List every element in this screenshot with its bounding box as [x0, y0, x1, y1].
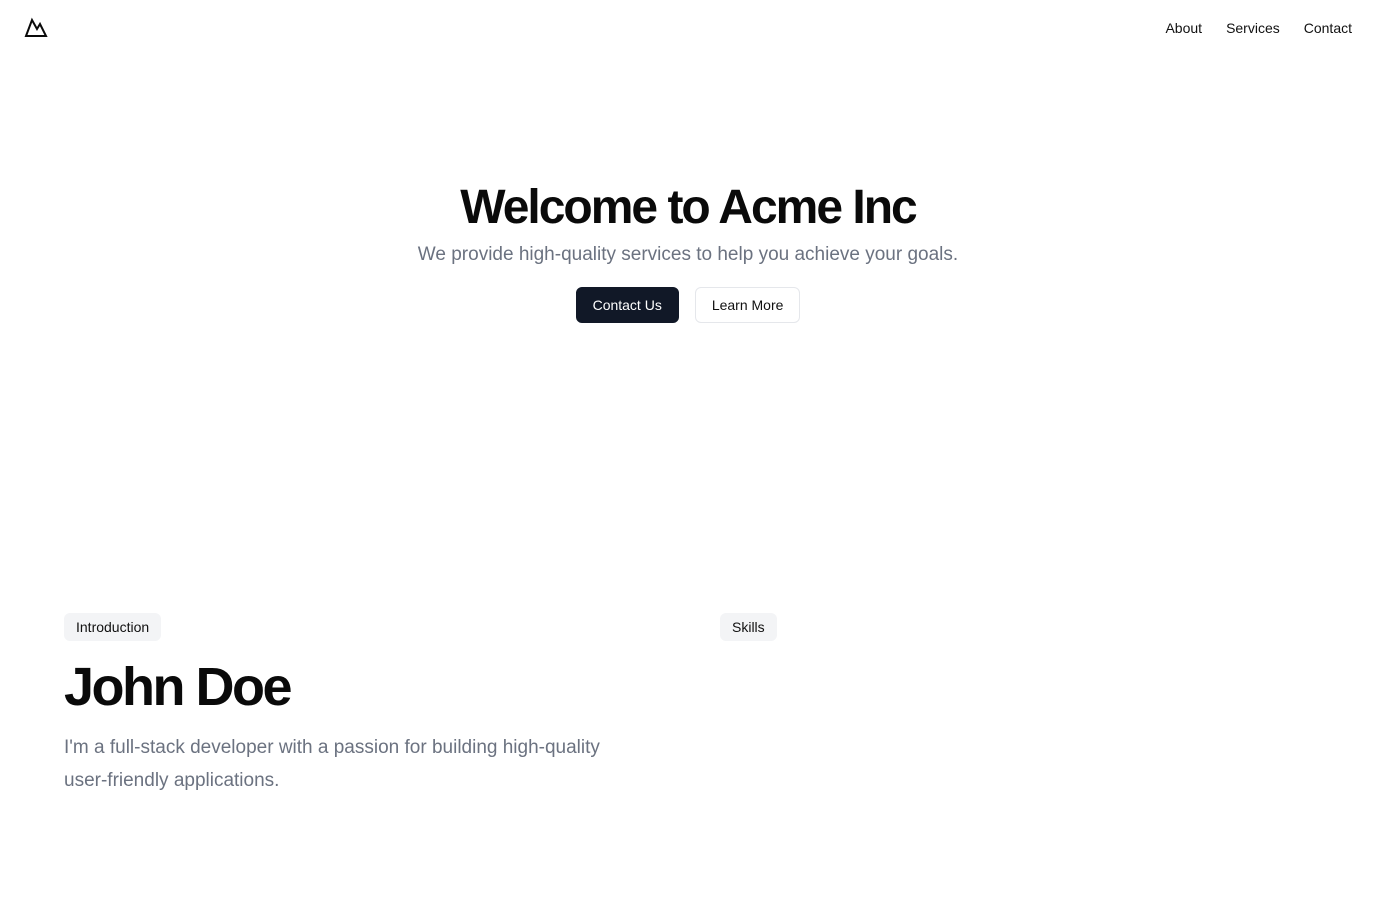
skills-section: Skills [720, 613, 777, 641]
learn-more-button[interactable]: Learn More [694, 287, 801, 323]
introduction-badge: Introduction [64, 613, 162, 641]
site-header: About Services Contact [0, 0, 1376, 56]
page: About Services Contact Welcome to Acme I… [0, 0, 1376, 920]
profile-bio: I'm a full-stack developer with a passio… [64, 737, 600, 791]
skills-badge: Skills [720, 613, 777, 641]
introduction-section: Introduction John Doe I'm a full-stack d… [64, 613, 664, 797]
main-nav: About Services Contact [1165, 20, 1352, 36]
contact-us-button[interactable]: Contact Us [575, 287, 679, 323]
mountain-icon [24, 17, 48, 37]
hero-section: Welcome to Acme Inc We provide high-qual… [0, 180, 1376, 323]
hero-title: Welcome to Acme Inc [460, 181, 917, 234]
nav-link-about[interactable]: About [1165, 20, 1202, 36]
home-logo-link[interactable] [24, 16, 48, 40]
nav-link-services[interactable]: Services [1226, 20, 1280, 36]
hero-buttons: Contact Us Learn More [575, 287, 801, 323]
profile-name: John Doe [64, 657, 293, 717]
nav-link-contact[interactable]: Contact [1304, 20, 1352, 36]
hero-subtitle: We provide high-quality services to help… [417, 244, 959, 265]
